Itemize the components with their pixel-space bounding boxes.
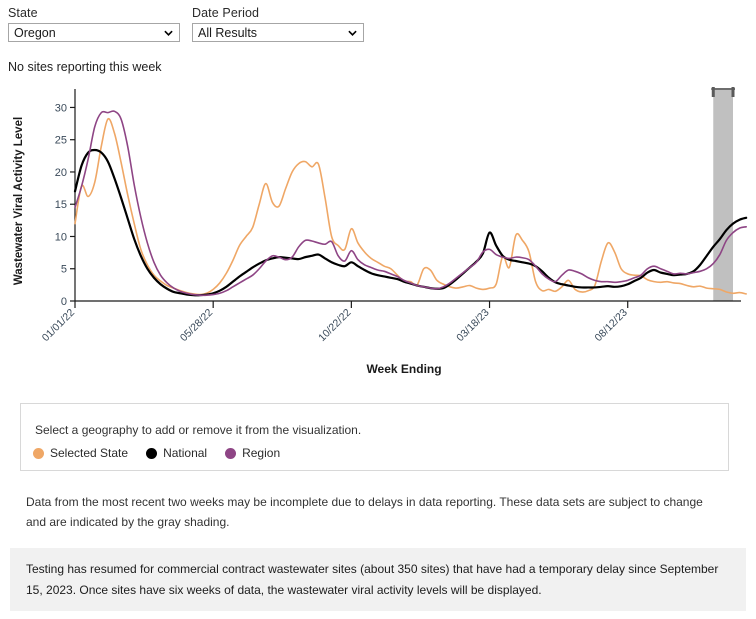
legend-item-label: Region [242, 446, 281, 460]
y-axis-tick-label: 5 [61, 264, 67, 276]
wastewater-activity-chart: 0 5 10 15 20 25 30 01/01/22 05/28/22 10/22/22 03/1… [0, 82, 756, 392]
date-period-filter-group: Date Period All Results [192, 6, 364, 42]
series-line-region [74, 110, 747, 297]
legend-items: Selected State National Region [33, 446, 280, 460]
x-axis-tick-label: 01/01/22 [40, 307, 77, 344]
y-axis-tick-label: 0 [61, 296, 67, 308]
date-period-select[interactable]: All Results [192, 23, 364, 42]
testing-resumed-banner-text: Testing has resumed for commercial contr… [26, 562, 719, 597]
y-axis-tick-label: 30 [55, 102, 67, 114]
series-line-national [73, 148, 748, 297]
state-filter-group: State Oregon [8, 6, 180, 42]
testing-resumed-banner: Testing has resumed for commercial contr… [10, 548, 746, 611]
x-axis-tick-label: 08/12/23 [592, 307, 629, 344]
x-axis-tick-label: 10/22/22 [316, 307, 353, 344]
x-axis-tick-label: 03/18/23 [454, 307, 491, 344]
legend-item-national[interactable]: National [146, 446, 207, 460]
legend-color-dot [225, 447, 237, 459]
legend-item-label: National [163, 446, 208, 460]
wastewater-dashboard: State Oregon Date Period All Results No … [0, 0, 756, 619]
y-axis-tick-label: 25 [55, 135, 67, 147]
chevron-down-icon [348, 28, 357, 37]
legend-item-selected-state[interactable]: Selected State [33, 446, 128, 460]
date-period-select-value: All Results [198, 25, 258, 40]
legend-item-label: Selected State [50, 446, 129, 460]
y-axis-tick-label: 10 [55, 231, 67, 243]
x-axis-tick-label: 05/28/22 [178, 307, 215, 344]
state-filter-label: State [8, 6, 38, 20]
legend-instruction: Select a geography to add or remove it f… [35, 423, 362, 437]
legend-color-dot [146, 447, 158, 459]
state-select-value: Oregon [14, 25, 56, 40]
date-period-filter-label: Date Period [192, 6, 260, 20]
chevron-down-icon [164, 28, 173, 37]
state-select[interactable]: Oregon [8, 23, 180, 42]
incomplete-data-shading [713, 89, 733, 301]
y-axis-tick-label: 20 [55, 167, 67, 179]
data-completeness-footnote: Data from the most recent two weeks may … [26, 495, 703, 529]
series-line-selected-state [74, 117, 747, 296]
legend-panel: Select a geography to add or remove it f… [20, 403, 729, 471]
filter-controls: State Oregon Date Period All Results [8, 6, 364, 42]
chart-svg: 0 5 10 15 20 25 30 01/01/22 05/28/22 10/22/22 03/1… [13, 87, 748, 376]
x-axis-title: Week Ending [366, 362, 441, 376]
y-axis-title: Wastewater Viral Activity Level [13, 117, 25, 285]
legend-color-dot [33, 447, 44, 459]
y-axis-tick-label: 15 [55, 199, 67, 211]
legend-item-region[interactable]: Region [225, 446, 280, 460]
no-sites-reporting-note: No sites reporting this week [8, 60, 162, 74]
